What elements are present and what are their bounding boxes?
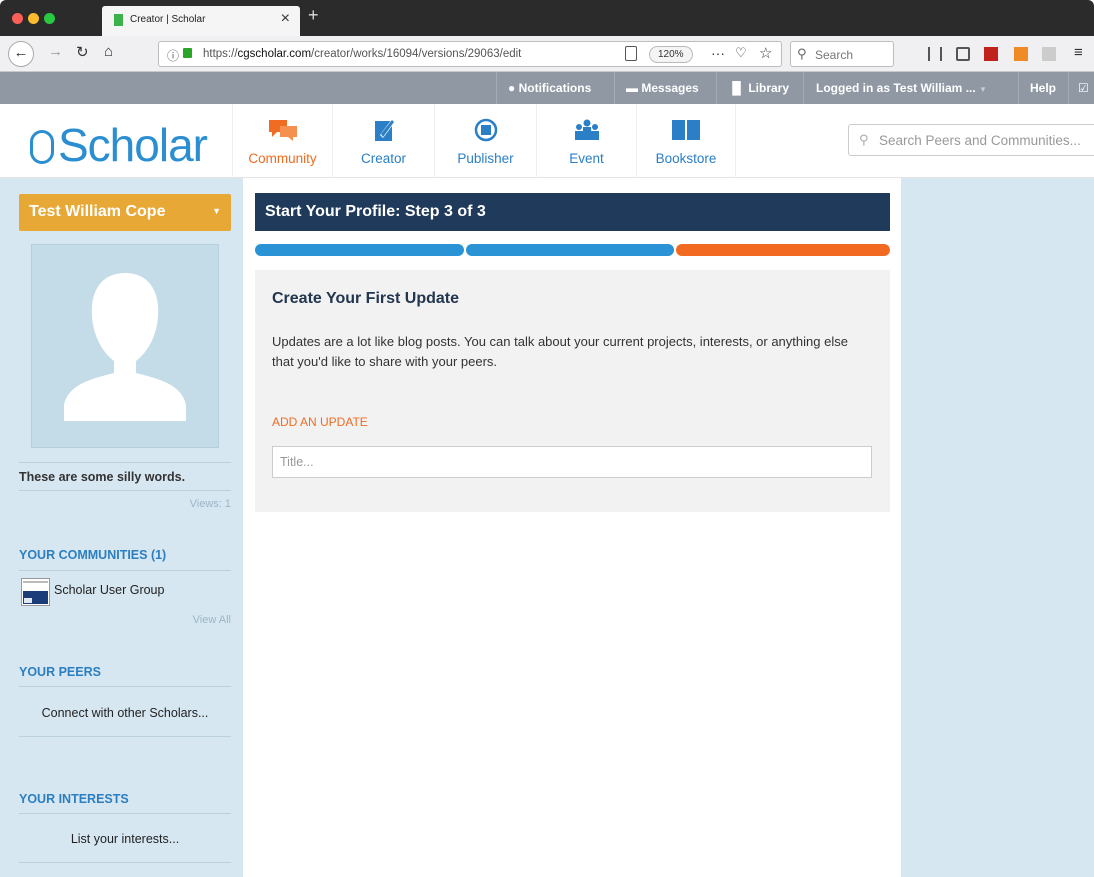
url-text[interactable]: https://cgscholar.com/creator/works/1609…	[203, 48, 521, 60]
forward-arrow-icon[interactable]: →	[48, 43, 63, 60]
sidebar-icon[interactable]	[956, 47, 970, 61]
notifications-link[interactable]: ● Notifications	[508, 81, 591, 95]
nav-event-label: Event	[569, 151, 604, 166]
tab-title: Creator | Scholar	[130, 14, 206, 25]
extension-icon[interactable]	[1042, 47, 1056, 61]
progress-segment-1	[255, 244, 464, 256]
new-tab-icon[interactable]: +	[308, 5, 319, 26]
peer-search-placeholder: Search Peers and Communities...	[879, 133, 1081, 148]
first-update-card: Create Your First Update Updates are a l…	[255, 270, 890, 512]
pocket-icon[interactable]: ♡	[735, 45, 747, 61]
pdf-extension-icon[interactable]	[984, 47, 998, 61]
nav-creator-label: Creator	[360, 151, 406, 166]
user-name: Test William Cope	[29, 203, 166, 220]
browser-tab[interactable]: Creator | Scholar ×	[102, 6, 300, 36]
bookmark-star-icon[interactable]: ☆	[759, 44, 772, 62]
creator-icon	[374, 119, 395, 141]
chevron-down-icon: ▼	[212, 206, 221, 216]
nav-creator[interactable]: Creator	[332, 104, 434, 178]
library-icon[interactable]	[928, 47, 942, 61]
scholar-logo-mark-icon	[30, 130, 54, 164]
nav-publisher-label: Publisher	[457, 151, 514, 166]
url-bar[interactable]: ⓘ https://cgscholar.com/creator/works/16…	[158, 41, 782, 67]
update-title-input[interactable]	[272, 446, 872, 478]
help-link[interactable]: Help	[1030, 81, 1056, 95]
logged-in-menu[interactable]: Logged in as Test William ... ▼	[816, 81, 987, 95]
nav-bookstore-label: Bookstore	[655, 151, 717, 166]
maximize-window-icon[interactable]	[44, 13, 55, 24]
avatar[interactable]	[31, 244, 219, 448]
site-header: Scholar Community Creator Publisher Even…	[0, 104, 1094, 178]
connect-peers-link[interactable]: Connect with other Scholars...	[19, 706, 231, 720]
messages-link[interactable]: ▬ Messages	[626, 81, 699, 95]
zoom-level[interactable]: 120%	[649, 46, 693, 63]
progress-segment-2	[466, 244, 674, 256]
community-icon	[268, 120, 297, 141]
reader-view-icon[interactable]	[625, 46, 637, 61]
back-arrow-icon[interactable]: ←	[8, 41, 34, 67]
default-user-silhouette-icon	[64, 273, 186, 421]
step-header: Start Your Profile: Step 3 of 3	[255, 193, 890, 231]
event-icon	[574, 119, 599, 140]
site-info-icon[interactable]: ⓘ	[167, 47, 179, 64]
publisher-icon	[474, 118, 497, 142]
lock-icon	[183, 48, 192, 58]
add-update-label: ADD AN UPDATE	[272, 415, 368, 429]
search-icon: ⚲	[859, 132, 869, 147]
page-actions-icon[interactable]: ···	[711, 45, 725, 61]
card-title: Create Your First Update	[272, 290, 460, 307]
card-description: Updates are a lot like blog posts. You c…	[272, 334, 848, 369]
nav-community[interactable]: Community	[232, 104, 332, 178]
search-icon: ⚲	[797, 46, 807, 61]
hamburger-menu-icon[interactable]: ≡	[1074, 44, 1083, 61]
browser-toolbar: ← → ↻ ⌂ ⓘ https://cgscholar.com/creator/…	[0, 36, 1094, 72]
library-link[interactable]: ▐▌ Library	[728, 81, 789, 95]
user-menu-button[interactable]: Test William Cope ▼	[19, 194, 231, 231]
nav-publisher[interactable]: Publisher	[434, 104, 536, 178]
interests-heading[interactable]: YOUR INTERESTS	[19, 792, 129, 806]
scholar-extension-icon[interactable]	[1014, 47, 1028, 61]
reload-icon[interactable]: ↻	[76, 43, 89, 61]
browser-tab-bar: Creator | Scholar × +	[0, 0, 1094, 36]
community-link[interactable]: Scholar User Group	[54, 583, 164, 597]
peers-heading[interactable]: YOUR PEERS	[19, 665, 101, 679]
profile-bio: These are some silly words.	[19, 470, 186, 484]
minimize-window-icon[interactable]	[28, 13, 39, 24]
scholar-top-bar: ● Notifications ▬ Messages ▐▌ Library Lo…	[0, 72, 1094, 104]
tab-close-icon[interactable]: ×	[281, 10, 290, 28]
view-all-link[interactable]: View All	[193, 614, 231, 626]
community-thumbnail[interactable]	[21, 578, 50, 606]
browser-search-box[interactable]: ⚲ Search	[790, 41, 894, 67]
profile-sidebar: Test William Cope ▼ These are some silly…	[0, 178, 243, 877]
close-window-icon[interactable]	[12, 13, 23, 24]
cart-icon[interactable]: ☑	[1078, 81, 1089, 95]
nav-community-label: Community	[248, 151, 317, 166]
bookstore-icon	[672, 120, 700, 140]
bookmark-favicon-icon	[114, 14, 123, 26]
step-title: Start Your Profile: Step 3 of 3	[265, 203, 486, 220]
browser-search-placeholder: Search	[815, 48, 854, 62]
communities-heading[interactable]: YOUR COMMUNITIES (1)	[19, 548, 166, 562]
nav-event[interactable]: Event	[536, 104, 636, 178]
scholar-logo[interactable]: Scholar	[58, 118, 208, 172]
nav-bookstore[interactable]: Bookstore	[636, 104, 736, 178]
list-interests-link[interactable]: List your interests...	[19, 832, 231, 846]
home-icon[interactable]: ⌂	[104, 43, 113, 60]
right-panel	[901, 178, 1094, 877]
profile-views: Views: 1	[189, 498, 231, 510]
peer-search-input[interactable]: ⚲ Search Peers and Communities...	[848, 124, 1094, 156]
progress-segment-3	[676, 244, 890, 256]
